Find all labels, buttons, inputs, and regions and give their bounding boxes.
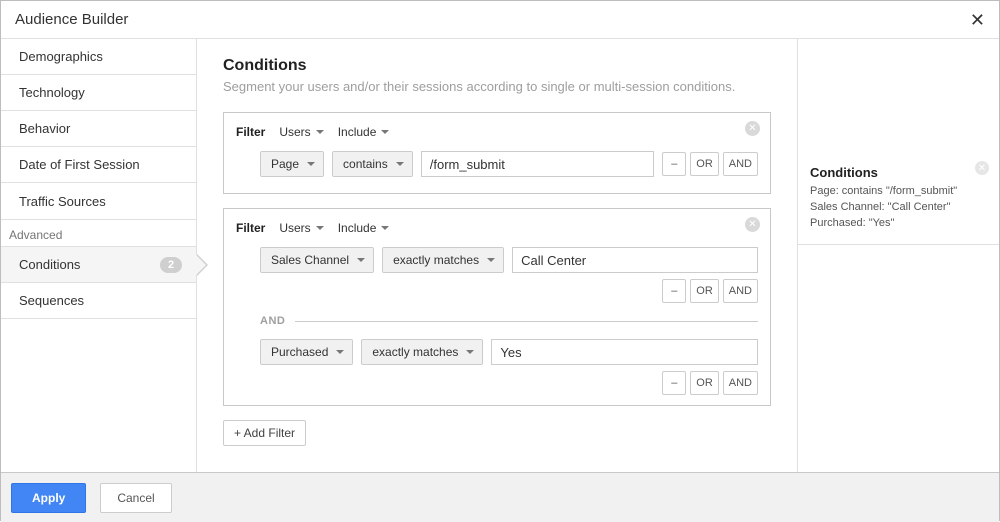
cancel-button[interactable]: Cancel — [100, 483, 171, 513]
operator-select[interactable]: contains — [332, 151, 413, 177]
filter-rule-row: Page contains – OR AND — [236, 151, 758, 177]
sidebar-item-sequences[interactable]: Sequences — [1, 283, 196, 319]
remove-rule-button[interactable]: – — [662, 371, 686, 395]
summary-line: Purchased: "Yes" — [810, 216, 987, 232]
summary-line: Page: contains "/form_submit" — [810, 184, 987, 200]
caret-down-icon — [316, 226, 324, 230]
summary-line: Sales Channel: "Call Center" — [810, 200, 987, 216]
filter-box: ✕ Filter Users Include Sales Channel — [223, 208, 771, 406]
sidebar-item-conditions[interactable]: Conditions 2 — [1, 247, 196, 283]
or-button[interactable]: OR — [690, 371, 719, 395]
summary-panel: ✕ Conditions Page: contains "/form_submi… — [797, 39, 999, 472]
filter-mode-dropdown[interactable]: Include — [338, 219, 390, 237]
dialog-header: Audience Builder ✕ — [1, 1, 999, 39]
remove-filter-icon[interactable]: ✕ — [745, 121, 760, 136]
filter-mode-dropdown[interactable]: Include — [338, 123, 390, 141]
filter-scope-dropdown[interactable]: Users — [279, 123, 323, 141]
close-summary-icon[interactable]: ✕ — [975, 161, 989, 175]
dialog-footer: Apply Cancel — [1, 472, 999, 522]
value-input[interactable] — [512, 247, 758, 273]
filter-header: Filter Users Include — [236, 219, 758, 237]
sidebar: Demographics Technology Behavior Date of… — [1, 39, 197, 472]
dimension-select[interactable]: Page — [260, 151, 324, 177]
sidebar-item-label: Technology — [19, 85, 85, 100]
sidebar-group-advanced: Advanced — [1, 219, 196, 247]
value-input[interactable] — [421, 151, 655, 177]
sidebar-item-demographics[interactable]: Demographics — [1, 39, 196, 75]
caret-down-icon — [466, 350, 474, 354]
summary-card: ✕ Conditions Page: contains "/form_submi… — [798, 155, 999, 245]
caret-down-icon — [381, 226, 389, 230]
operator-select[interactable]: exactly matches — [382, 247, 504, 273]
caret-down-icon — [357, 258, 365, 262]
content-columns: Demographics Technology Behavior Date of… — [1, 39, 999, 472]
filter-rule-row: Purchased exactly matches — [236, 339, 758, 365]
page-title: Conditions — [223, 57, 771, 75]
sidebar-item-technology[interactable]: Technology — [1, 75, 196, 111]
sidebar-item-label: Conditions — [19, 257, 80, 272]
page-subtitle: Segment your users and/or their sessions… — [223, 79, 771, 94]
main-panel: Conditions Segment your users and/or the… — [197, 39, 797, 472]
caret-down-icon — [316, 130, 324, 134]
summary-title: Conditions — [810, 165, 987, 180]
and-button[interactable]: AND — [723, 152, 758, 176]
sidebar-item-date-first-session[interactable]: Date of First Session — [1, 147, 196, 183]
or-button[interactable]: OR — [690, 279, 719, 303]
add-filter-button[interactable]: + Add Filter — [223, 420, 306, 446]
filter-scope-dropdown[interactable]: Users — [279, 219, 323, 237]
dialog-title: Audience Builder — [15, 11, 128, 28]
sidebar-item-behavior[interactable]: Behavior — [1, 111, 196, 147]
rule-ops: – OR AND — [662, 152, 758, 176]
sidebar-item-label: Behavior — [19, 121, 70, 136]
rule-ops: – OR AND — [662, 279, 758, 303]
caret-down-icon — [307, 162, 315, 166]
sidebar-item-traffic-sources[interactable]: Traffic Sources — [1, 183, 196, 219]
dimension-select[interactable]: Sales Channel — [260, 247, 374, 273]
sidebar-item-label: Sequences — [19, 293, 84, 308]
remove-filter-icon[interactable]: ✕ — [745, 217, 760, 232]
remove-rule-button[interactable]: – — [662, 152, 686, 176]
conditions-count-badge: 2 — [160, 257, 182, 273]
dimension-select[interactable]: Purchased — [260, 339, 353, 365]
value-input[interactable] — [491, 339, 758, 365]
sidebar-item-label: Demographics — [19, 49, 103, 64]
filter-header: Filter Users Include — [236, 123, 758, 141]
caret-down-icon — [396, 162, 404, 166]
sidebar-item-label: Date of First Session — [19, 157, 140, 172]
and-button[interactable]: AND — [723, 279, 758, 303]
or-button[interactable]: OR — [690, 152, 719, 176]
operator-select[interactable]: exactly matches — [361, 339, 483, 365]
and-divider: AND — [260, 315, 758, 327]
filter-label: Filter — [236, 125, 265, 139]
caret-down-icon — [336, 350, 344, 354]
close-icon[interactable]: ✕ — [968, 11, 987, 29]
and-button[interactable]: AND — [723, 371, 758, 395]
apply-button[interactable]: Apply — [11, 483, 86, 513]
rule-ops: – OR AND — [662, 371, 758, 395]
remove-rule-button[interactable]: – — [662, 279, 686, 303]
caret-down-icon — [487, 258, 495, 262]
sidebar-item-label: Traffic Sources — [19, 194, 106, 209]
filter-box: ✕ Filter Users Include Page contain — [223, 112, 771, 194]
filter-rule-row: Sales Channel exactly matches — [236, 247, 758, 273]
filter-label: Filter — [236, 221, 265, 235]
caret-down-icon — [381, 130, 389, 134]
